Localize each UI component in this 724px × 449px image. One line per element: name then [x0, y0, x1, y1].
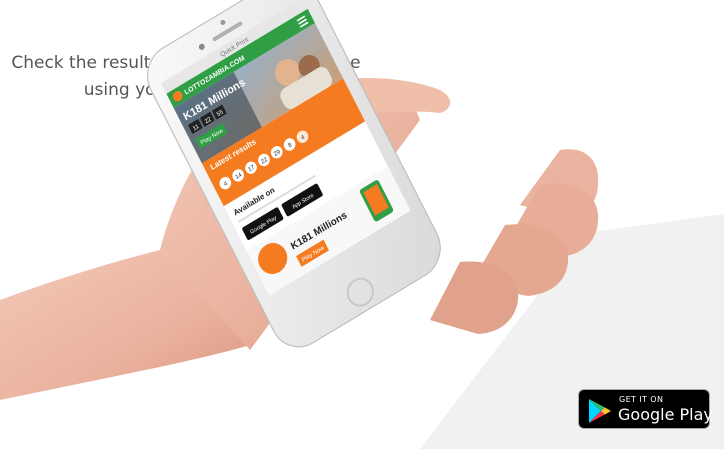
hand-holding-phone-illustration: Quick Print LOTTOZAMBIA.COM K181 Million…	[0, 0, 724, 449]
badge-store-name: Google Play	[618, 405, 713, 424]
google-play-icon	[589, 399, 611, 423]
google-play-badge[interactable]: GET IT ON Google Play	[578, 389, 713, 429]
badge-get-it-on: GET IT ON	[619, 395, 664, 404]
finger-shape	[430, 261, 519, 334]
